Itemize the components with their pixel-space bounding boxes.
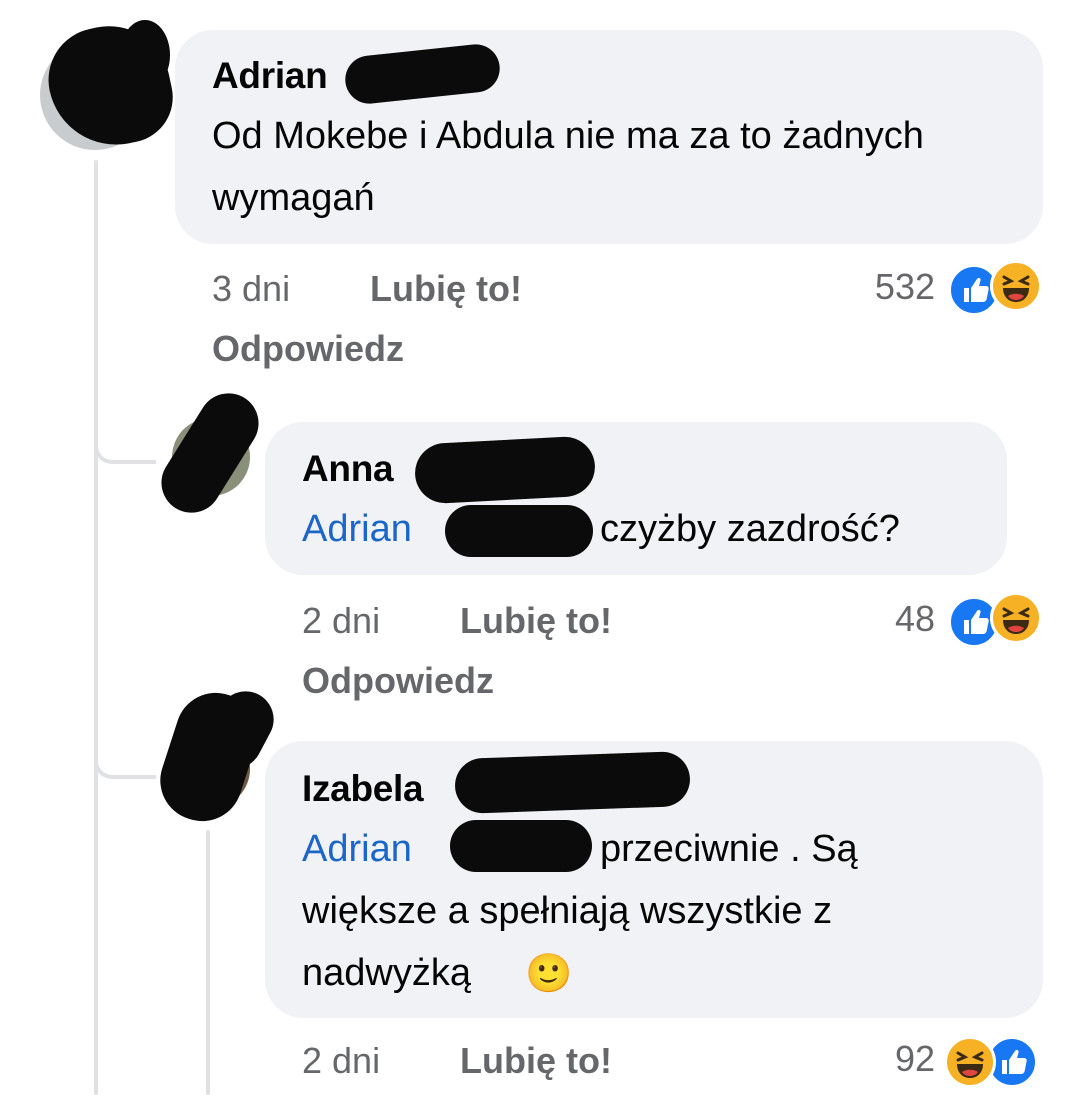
avatar[interactable] bbox=[38, 14, 182, 158]
comment-text-line-1: przeciwnie . Są bbox=[600, 828, 858, 870]
redaction-mark bbox=[150, 381, 270, 525]
comment-text-line-3: nadwyżką bbox=[302, 952, 471, 994]
thread-connector-reply-1 bbox=[94, 400, 156, 464]
reaction-count[interactable]: 48 bbox=[840, 598, 935, 640]
comment-author[interactable]: Anna bbox=[302, 448, 394, 490]
avatar[interactable] bbox=[150, 381, 270, 525]
thread-connector-reply-2 bbox=[94, 715, 156, 779]
mention-link[interactable]: Adrian bbox=[302, 498, 412, 560]
reply-button[interactable]: Odpowiedz bbox=[302, 660, 494, 702]
redaction-mark bbox=[413, 435, 597, 505]
redaction-mark bbox=[454, 750, 691, 815]
thread-line-reply-2 bbox=[206, 830, 210, 1095]
like-button[interactable]: Lubię to! bbox=[460, 600, 612, 642]
reaction-count[interactable]: 92 bbox=[840, 1038, 935, 1080]
like-button[interactable]: Lubię to! bbox=[370, 268, 522, 310]
comment-author[interactable]: Izabela bbox=[302, 768, 424, 810]
haha-reaction-icon bbox=[990, 592, 1042, 644]
like-button[interactable]: Lubię to! bbox=[460, 1040, 612, 1082]
comment-text: Od Mokebe i Abdula nie ma za to żadnych … bbox=[212, 115, 924, 219]
comment-author[interactable]: Adrian bbox=[212, 55, 328, 97]
comment-time[interactable]: 3 dni bbox=[212, 268, 290, 310]
comment-time[interactable]: 2 dni bbox=[302, 1040, 380, 1082]
comment-text-line-2: większe a spełniają wszystkie z bbox=[302, 890, 833, 932]
redaction-mark bbox=[445, 505, 593, 557]
haha-reaction-icon bbox=[990, 260, 1042, 312]
haha-reaction-icon bbox=[944, 1036, 996, 1088]
reaction-count[interactable]: 532 bbox=[820, 266, 935, 308]
comment-text: czyżby zazdrość? bbox=[600, 508, 900, 550]
comment-time[interactable]: 2 dni bbox=[302, 600, 380, 642]
smile-emoji-icon: 🙂 bbox=[525, 951, 573, 995]
avatar[interactable] bbox=[149, 681, 284, 832]
redaction-mark bbox=[450, 820, 592, 872]
reply-button[interactable]: Odpowiedz bbox=[212, 328, 404, 370]
thread-line-main bbox=[94, 160, 98, 1095]
mention-link[interactable]: Adrian bbox=[302, 818, 412, 880]
redaction-mark bbox=[120, 20, 170, 90]
